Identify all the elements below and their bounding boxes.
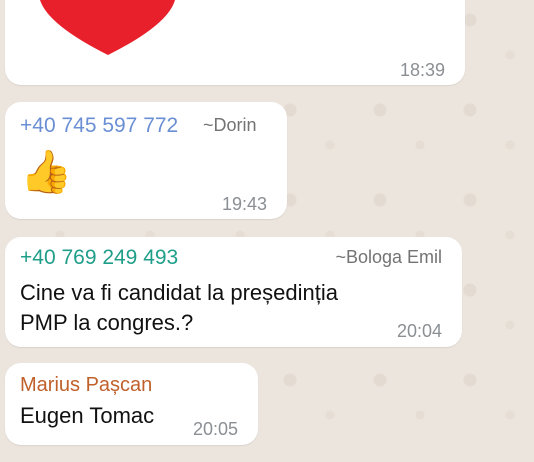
message-bubble-dorin[interactable]: +40 745 597 772 ~Dorin 👍 19:43 — [5, 102, 287, 219]
message-time: 19:43 — [221, 194, 267, 214]
sender-phone[interactable]: +40 745 597 772 — [20, 114, 178, 138]
message-bubble-bologa[interactable]: +40 769 249 493 ~Bologa Emil Cine va fi … — [5, 237, 462, 347]
message-text-line2: PMP la congres.? — [20, 310, 194, 335]
heart-icon — [40, 0, 175, 55]
message-time: 18:39 — [399, 60, 445, 80]
sender-alias: ~Bologa Emil — [335, 247, 442, 267]
message-bubble-heart[interactable]: 18:39 — [5, 0, 465, 85]
sender-phone[interactable]: +40 769 249 493 — [20, 246, 178, 270]
message-text-line1: Cine va fi candidat la președinția — [20, 280, 338, 305]
thumbs-up-icon: 👍 — [20, 148, 73, 195]
message-time: 20:04 — [396, 321, 442, 341]
message-time: 20:05 — [192, 419, 238, 439]
message-text: Eugen Tomac — [20, 403, 155, 428]
message-bubble-marius[interactable]: Marius Pașcan Eugen Tomac 20:05 — [5, 363, 258, 445]
sender-alias: ~Dorin — [203, 115, 257, 135]
sender-name[interactable]: Marius Pașcan — [20, 374, 152, 397]
